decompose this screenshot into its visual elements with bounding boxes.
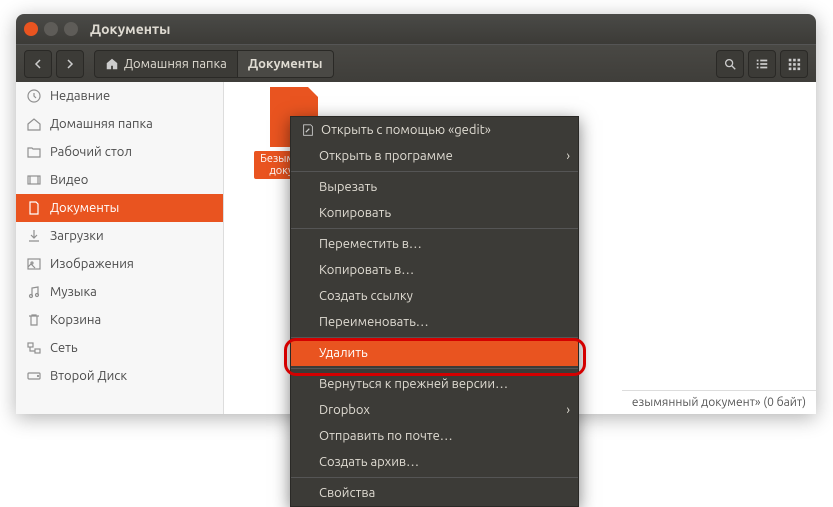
chevron-right-icon: › <box>566 149 570 163</box>
back-button[interactable] <box>24 50 52 78</box>
maximize-icon[interactable] <box>64 22 78 36</box>
context-menu: Открыть с помощью «gedit» Открыть в прогр… <box>290 116 579 507</box>
sidebar-item-9[interactable]: Сеть <box>16 334 223 362</box>
breadcrumb-label: Документы <box>248 57 323 71</box>
menu-item-7[interactable]: Копировать в… <box>291 257 578 283</box>
menu-separator <box>291 228 578 229</box>
search-button[interactable] <box>716 50 744 78</box>
menu-item-label: Dropbox <box>319 403 370 417</box>
sidebar-item-2[interactable]: Рабочий стол <box>16 138 223 166</box>
sidebar-item-4[interactable]: Документы <box>16 194 223 222</box>
menu-item-14[interactable]: Dropbox › <box>291 397 578 423</box>
list-view-button[interactable] <box>748 50 776 78</box>
menu-item-label: Отправить по почте… <box>319 429 453 443</box>
sidebar-item-label: Домашняя папка <box>50 117 153 131</box>
menu-item-label: Вернуться к прежней версии… <box>319 377 508 391</box>
sidebar-item-5[interactable]: Загрузки <box>16 222 223 250</box>
titlebar: Документы <box>16 14 816 44</box>
menu-separator <box>291 368 578 369</box>
menu-item-18[interactable]: Свойства <box>291 480 578 506</box>
chevron-right-icon: › <box>566 403 570 417</box>
menu-item-1[interactable]: Открыть в программе › <box>291 143 578 169</box>
menu-item-label: Вырезать <box>319 180 377 194</box>
menu-item-label: Открыть в программе <box>319 149 453 163</box>
menu-item-3[interactable]: Вырезать <box>291 174 578 200</box>
sidebar-item-label: Рабочий стол <box>50 145 132 159</box>
menu-separator <box>291 171 578 172</box>
sidebar-item-8[interactable]: Корзина <box>16 306 223 334</box>
sidebar-item-label: Видео <box>50 173 88 187</box>
window-title: Документы <box>90 21 170 37</box>
home-icon <box>105 57 119 71</box>
menu-item-13[interactable]: Вернуться к прежней версии… <box>291 371 578 397</box>
menu-item-label: Свойства <box>319 486 375 500</box>
network-icon <box>26 340 42 356</box>
grid-view-button[interactable] <box>780 50 808 78</box>
statusbar: езымянный документ» (0 байт) <box>622 390 816 414</box>
menu-item-0[interactable]: Открыть с помощью «gedit» <box>291 117 578 143</box>
menu-item-label: Переименовать… <box>319 315 429 329</box>
menu-item-15[interactable]: Отправить по почте… <box>291 423 578 449</box>
menu-item-6[interactable]: Переместить в… <box>291 231 578 257</box>
sidebar-item-label: Музыка <box>50 285 97 299</box>
sidebar-item-label: Документы <box>50 201 119 215</box>
menu-item-16[interactable]: Создать архив… <box>291 449 578 475</box>
minimize-icon[interactable] <box>44 22 58 36</box>
breadcrumb-current[interactable]: Документы <box>238 50 334 78</box>
sidebar-item-1[interactable]: Домашняя папка <box>16 110 223 138</box>
menu-item-label: Удалить <box>319 346 368 360</box>
sidebar-item-label: Корзина <box>50 313 101 327</box>
sidebar-item-label: Загрузки <box>50 229 104 243</box>
sidebar-item-7[interactable]: Музыка <box>16 278 223 306</box>
sidebar-item-label: Второй Диск <box>50 369 127 383</box>
forward-button[interactable] <box>56 50 84 78</box>
sidebar-item-6[interactable]: Изображения <box>16 250 223 278</box>
menu-item-9[interactable]: Переименовать… <box>291 309 578 335</box>
edit-icon <box>301 123 315 137</box>
breadcrumb-home[interactable]: Домашняя папка <box>94 50 238 78</box>
menu-item-8[interactable]: Создать ссылку <box>291 283 578 309</box>
menu-separator <box>291 477 578 478</box>
menu-item-label: Открыть с помощью «gedit» <box>321 123 491 137</box>
music-icon <box>26 284 42 300</box>
image-icon <box>26 256 42 272</box>
sidebar-item-label: Изображения <box>50 257 134 271</box>
menu-item-11[interactable]: Удалить <box>291 340 578 366</box>
folder-icon <box>26 144 42 160</box>
close-icon[interactable] <box>24 22 38 36</box>
breadcrumb-label: Домашняя папка <box>124 57 227 71</box>
toolbar: Домашняя папка Документы <box>16 44 816 82</box>
download-icon <box>26 228 42 244</box>
trash-icon <box>26 312 42 328</box>
sidebar-item-label: Недавние <box>50 89 110 103</box>
menu-separator <box>291 337 578 338</box>
menu-item-4[interactable]: Копировать <box>291 200 578 226</box>
sidebar: Недавние Домашняя папка Рабочий стол Видео Д… <box>16 82 224 414</box>
menu-item-label: Переместить в… <box>319 237 422 251</box>
disk-icon <box>26 368 42 384</box>
menu-item-label: Создать архив… <box>319 455 419 469</box>
home-icon <box>26 116 42 132</box>
video-icon <box>26 172 42 188</box>
doc-icon <box>26 200 42 216</box>
status-text: езымянный документ» (0 байт) <box>632 396 806 409</box>
clock-icon <box>26 88 42 104</box>
sidebar-item-label: Сеть <box>50 341 78 355</box>
menu-item-label: Копировать в… <box>319 263 414 277</box>
sidebar-item-3[interactable]: Видео <box>16 166 223 194</box>
menu-item-label: Копировать <box>319 206 391 220</box>
sidebar-item-10[interactable]: Второй Диск <box>16 362 223 390</box>
menu-item-label: Создать ссылку <box>319 289 413 303</box>
sidebar-item-0[interactable]: Недавние <box>16 82 223 110</box>
